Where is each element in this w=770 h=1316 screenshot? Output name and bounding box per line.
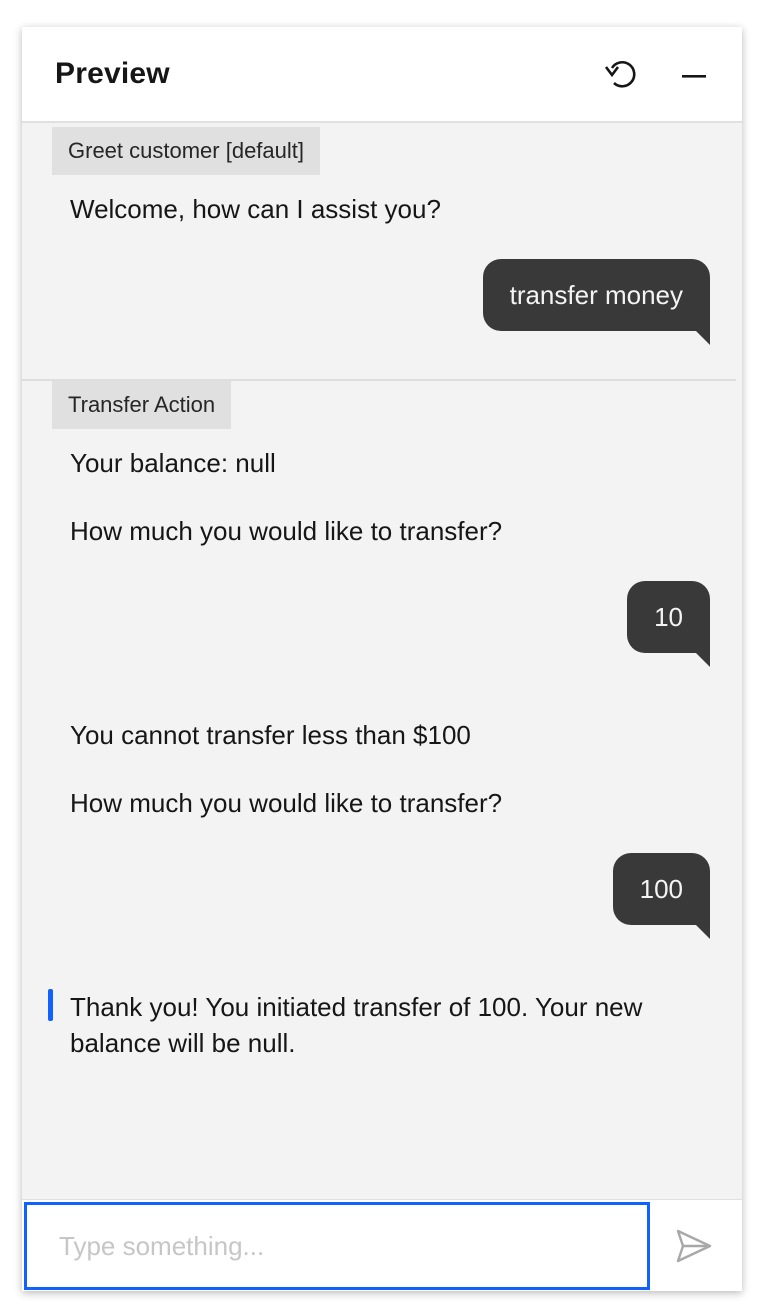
preview-header: Preview: [22, 27, 742, 123]
section-tag-greet: Greet customer [default]: [52, 127, 320, 175]
minimize-button[interactable]: [670, 51, 718, 99]
bot-message: You cannot transfer less than $100: [70, 720, 471, 750]
bot-final-message: Thank you! You initiated transfer of 100…: [70, 992, 643, 1058]
bot-message: Your balance: null: [70, 448, 276, 478]
user-message-bubble: transfer money: [482, 259, 710, 345]
bubble-tail: [696, 653, 710, 667]
send-icon: [674, 1226, 714, 1271]
bot-message: How much you would like to transfer?: [70, 516, 503, 546]
user-message-bubble: 100: [612, 853, 710, 939]
user-message-bubble: 10: [627, 581, 710, 667]
preview-panel: Preview Greet customer [default] Welcome…: [22, 27, 742, 1291]
bot-message: Welcome, how can I assist you?: [70, 194, 441, 224]
message-composer: [22, 1199, 742, 1291]
reset-icon: [602, 53, 642, 98]
message-input[interactable]: [27, 1205, 647, 1287]
user-message-text: 100: [639, 874, 683, 904]
bubble-tail: [696, 331, 710, 345]
minimize-icon: [682, 66, 706, 84]
bubble-tail: [696, 925, 710, 939]
section-tag-transfer: Transfer Action: [52, 381, 232, 429]
panel-title: Preview: [55, 57, 170, 90]
latest-message-indicator: [48, 989, 53, 1021]
user-message-text: transfer money: [509, 280, 683, 310]
user-message-text: 10: [654, 602, 683, 632]
conversation-thread: Greet customer [default] Welcome, how ca…: [22, 123, 742, 1199]
message-input-wrapper: [24, 1202, 650, 1290]
bot-message: How much you would like to transfer?: [70, 788, 503, 818]
reset-button[interactable]: [598, 51, 646, 99]
send-button[interactable]: [668, 1222, 720, 1274]
